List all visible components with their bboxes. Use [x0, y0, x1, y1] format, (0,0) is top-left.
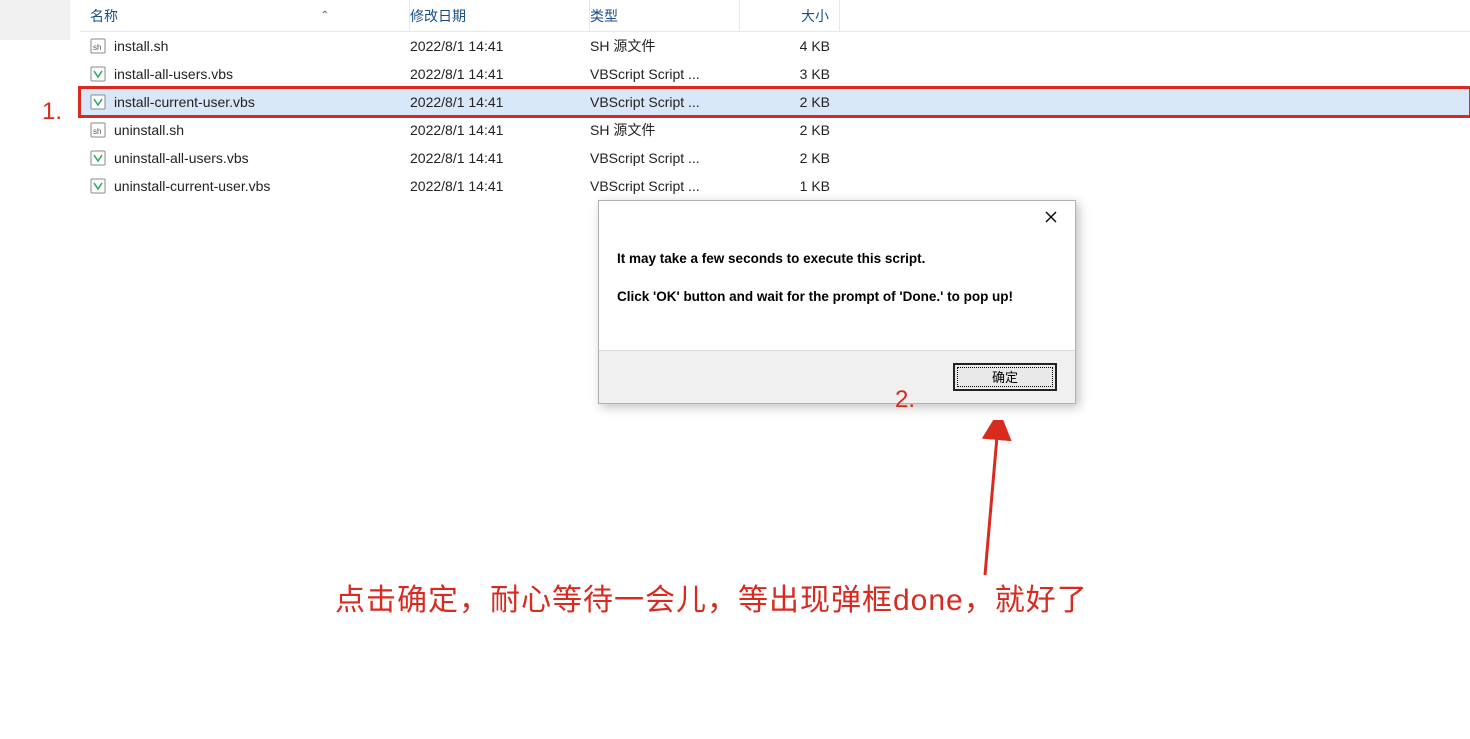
file-size-label: 4 KB — [740, 38, 840, 54]
file-type-label: VBScript Script ... — [590, 150, 740, 166]
dialog-message-line-1: It may take a few seconds to execute thi… — [617, 249, 1057, 269]
close-icon — [1045, 210, 1057, 226]
file-name-label: uninstall-current-user.vbs — [114, 178, 270, 194]
dialog-body: It may take a few seconds to execute thi… — [599, 235, 1075, 350]
annotation-instruction: 点击确定，耐心等待一会儿，等出现弹框done，就好了 — [335, 575, 1088, 619]
file-size-label: 2 KB — [740, 94, 840, 110]
sidebar-stub — [0, 0, 70, 40]
file-row[interactable]: install-current-user.vbs 2022/8/1 14:41VB… — [80, 88, 1470, 116]
file-name-label: uninstall-all-users.vbs — [114, 150, 249, 166]
annotation-step-2: 2. — [895, 386, 915, 414]
file-date-label: 2022/8/1 14:41 — [410, 38, 590, 54]
file-row[interactable]: install-all-users.vbs 2022/8/1 14:41VBScr… — [80, 60, 1470, 88]
file-name-label: install.sh — [114, 38, 168, 54]
file-name-label: install-current-user.vbs — [114, 94, 255, 110]
vbs-file-icon — [90, 66, 106, 82]
file-type-label: VBScript Script ... — [590, 66, 740, 82]
file-rows: shinstall.sh2022/8/1 14:41SH 源文件4 KBinst… — [80, 32, 1470, 200]
file-size-label: 1 KB — [740, 178, 840, 194]
column-header-row: 名称 ⌃ 修改日期 类型 大小 — [80, 0, 1470, 32]
column-header-name-label: 名称 — [90, 6, 118, 26]
svg-text:sh: sh — [93, 127, 101, 136]
dialog-footer: 确定 — [599, 350, 1075, 403]
sh-file-icon: sh — [90, 38, 106, 54]
file-name-label: uninstall.sh — [114, 122, 184, 138]
file-row[interactable]: uninstall-current-user.vbs 2022/8/1 14:41… — [80, 172, 1470, 200]
column-header-name[interactable]: 名称 ⌃ — [80, 0, 410, 31]
ok-button[interactable]: 确定 — [953, 363, 1057, 391]
file-name-label: install-all-users.vbs — [114, 66, 233, 82]
vbs-file-icon — [90, 94, 106, 110]
annotation-arrow-icon — [970, 420, 1030, 580]
file-size-label: 2 KB — [740, 122, 840, 138]
sort-caret-icon: ⌃ — [321, 10, 329, 21]
dialog-titlebar — [599, 201, 1075, 235]
dialog-close-button[interactable] — [1031, 204, 1071, 232]
file-date-label: 2022/8/1 14:41 — [410, 94, 590, 110]
column-header-type[interactable]: 类型 — [590, 0, 740, 31]
file-row[interactable]: uninstall-all-users.vbs 2022/8/1 14:41VBS… — [80, 144, 1470, 172]
file-type-label: SH 源文件 — [590, 36, 740, 56]
file-list-panel: 名称 ⌃ 修改日期 类型 大小 sh install.sh 2022/8/1 14:… — [80, 0, 1470, 200]
file-size-label: 2 KB — [740, 150, 840, 166]
file-type-label: SH 源文件 — [590, 120, 740, 140]
file-type-label: VBScript Script ... — [590, 178, 740, 194]
annotation-step-1: 1. — [42, 98, 62, 126]
file-date-label: 2022/8/1 14:41 — [410, 150, 590, 166]
column-header-date-label: 修改日期 — [410, 6, 466, 26]
file-date-label: 2022/8/1 14:41 — [410, 122, 590, 138]
vbs-file-icon — [90, 178, 106, 194]
column-header-size[interactable]: 大小 — [740, 0, 840, 31]
script-confirm-dialog: It may take a few seconds to execute thi… — [598, 200, 1076, 404]
column-header-type-label: 类型 — [590, 6, 618, 26]
file-row[interactable]: sh uninstall.sh 2022/8/1 14:41SH 源文件2 KB — [80, 116, 1470, 144]
column-header-date[interactable]: 修改日期 — [410, 0, 590, 31]
file-date-label: 2022/8/1 14:41 — [410, 66, 590, 82]
dialog-message-line-2: Click 'OK' button and wait for the promp… — [617, 287, 1057, 307]
vbs-file-icon — [90, 150, 106, 166]
file-type-label: VBScript Script ... — [590, 94, 740, 110]
file-date-label: 2022/8/1 14:41 — [410, 178, 590, 194]
svg-text:sh: sh — [93, 43, 101, 52]
file-row[interactable]: sh install.sh 2022/8/1 14:41SH 源文件4 KB — [80, 32, 1470, 60]
file-size-label: 3 KB — [740, 66, 840, 82]
column-header-size-label: 大小 — [801, 6, 829, 26]
sh-file-icon: sh — [90, 122, 106, 138]
